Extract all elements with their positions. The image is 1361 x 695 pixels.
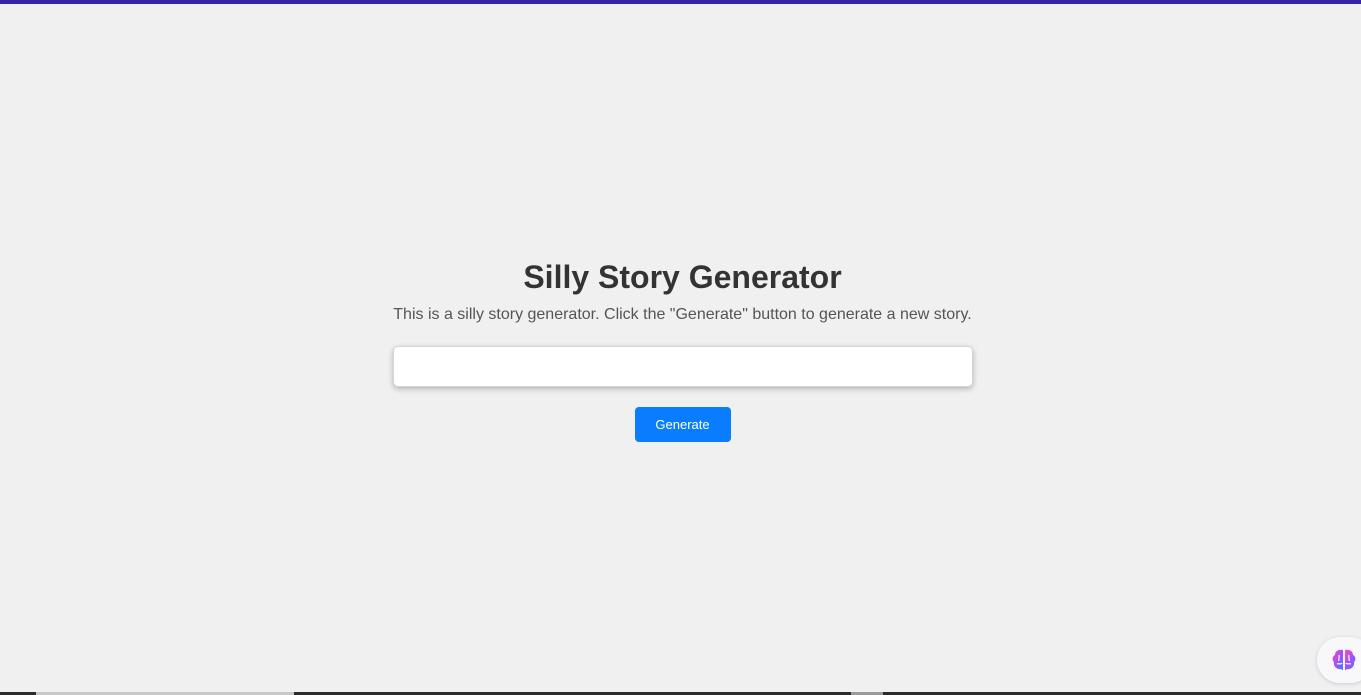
story-output-box [392, 346, 973, 387]
top-accent-bar [0, 0, 1361, 4]
brain-icon [1332, 649, 1356, 670]
page-description: This is a silly story generator. Click t… [393, 306, 972, 323]
assistant-floating-button[interactable] [1317, 637, 1361, 683]
main-container: Silly Story Generator This is a silly st… [0, 255, 1361, 442]
generate-button[interactable]: Generate [634, 407, 731, 442]
page-title: Silly Story Generator [523, 259, 842, 295]
